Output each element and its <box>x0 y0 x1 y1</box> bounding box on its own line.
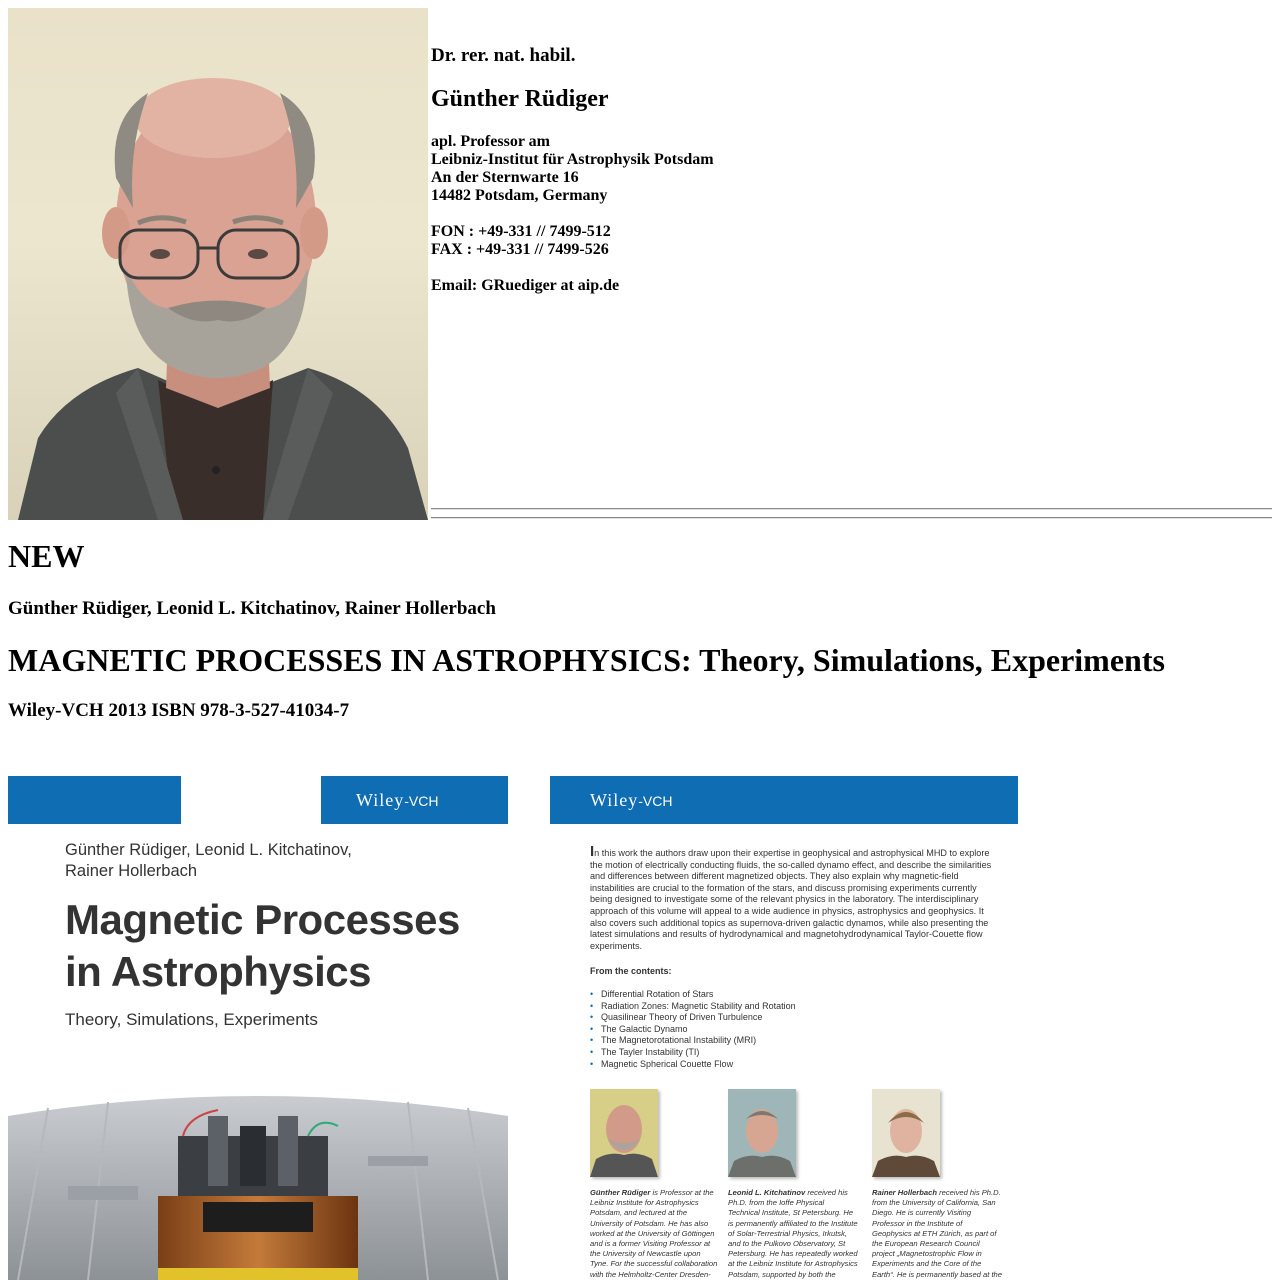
list-item: Radiation Zones: Magnetic Stability and … <box>590 1001 796 1013</box>
street-line: An der Sternwarte 16 <box>431 169 579 186</box>
academic-degree: Dr. rer. nat. habil. <box>431 45 576 66</box>
list-item: Differential Rotation of Stars <box>590 989 796 1001</box>
list-item: The Magnetorotational Instability (MRI) <box>590 1035 796 1047</box>
cover-band-left <box>8 776 181 824</box>
cover-band-right: Wiley-VCH <box>321 776 508 824</box>
email-line: Email: GRuediger at aip.de <box>431 277 620 294</box>
portrait-illustration <box>18 78 428 520</box>
cover-band: Wiley-VCH <box>550 776 1018 824</box>
contact-details: apl. Professor am Leibniz-Institut für A… <box>431 133 714 295</box>
back-cover-blurb: In this work the authors draw upon their… <box>590 843 992 951</box>
author-photo <box>590 1089 658 1177</box>
front-cover-image: Wiley-VCH Günther Rüdiger, Leonid L. Kit… <box>8 776 508 1280</box>
author-bio: Leonid L. Kitchatinov received his Ph.D.… <box>728 1188 858 1280</box>
horizontal-rule <box>431 517 1272 519</box>
back-cover-image: Wiley-VCH In this work the authors draw … <box>550 776 1018 1280</box>
list-item: Magnetic Spherical Couette Flow <box>590 1059 796 1071</box>
cover-authors: Günther Rüdiger, Leonid L. Kitchatinov, … <box>65 841 352 880</box>
cover-title: Magnetic Processes in Astrophysics <box>65 896 460 995</box>
list-item: The Tayler Instability (TI) <box>590 1047 796 1059</box>
phone-line: FON : +49-331 // 7499-512 <box>431 223 611 240</box>
author-photo <box>872 1089 940 1177</box>
book-publisher-isbn: Wiley-VCH 2013 ISBN 978-3-527-41034-7 <box>8 700 350 721</box>
author-bio: Günther Rüdiger is Professor at the Leib… <box>590 1188 718 1280</box>
city-line: 14482 Potsdam, Germany <box>431 187 608 204</box>
horizontal-rule <box>431 508 1272 510</box>
fax-line: FAX : +49-331 // 7499-526 <box>431 241 609 258</box>
author-photo <box>728 1089 796 1177</box>
institute-line: Leibniz-Institut für Astrophysik Potsdam <box>431 151 714 168</box>
author-bio: Rainer Hollerbach received his Ph.D. fro… <box>872 1188 1003 1280</box>
contents-heading: From the contents: <box>590 966 672 976</box>
new-heading: NEW <box>8 538 85 574</box>
position-line: apl. Professor am <box>431 133 550 150</box>
wiley-vch-logo: Wiley-VCH <box>590 790 673 810</box>
wiley-vch-logo: Wiley-VCH <box>356 790 439 810</box>
book-authors: Günther Rüdiger, Leonid L. Kitchatinov, … <box>8 598 496 619</box>
cover-subtitle: Theory, Simulations, Experiments <box>65 1010 318 1029</box>
portrait-photo <box>8 8 428 520</box>
contents-list: Differential Rotation of Stars Radiation… <box>590 989 796 1070</box>
experiment-apparatus-illustration <box>8 1096 508 1280</box>
person-name: Günther Rüdiger <box>431 86 609 112</box>
list-item: Quasilinear Theory of Driven Turbulence <box>590 1012 796 1024</box>
list-item: The Galactic Dynamo <box>590 1024 796 1036</box>
book-title: MAGNETIC PROCESSES IN ASTROPHYSICS: Theo… <box>8 642 1165 678</box>
